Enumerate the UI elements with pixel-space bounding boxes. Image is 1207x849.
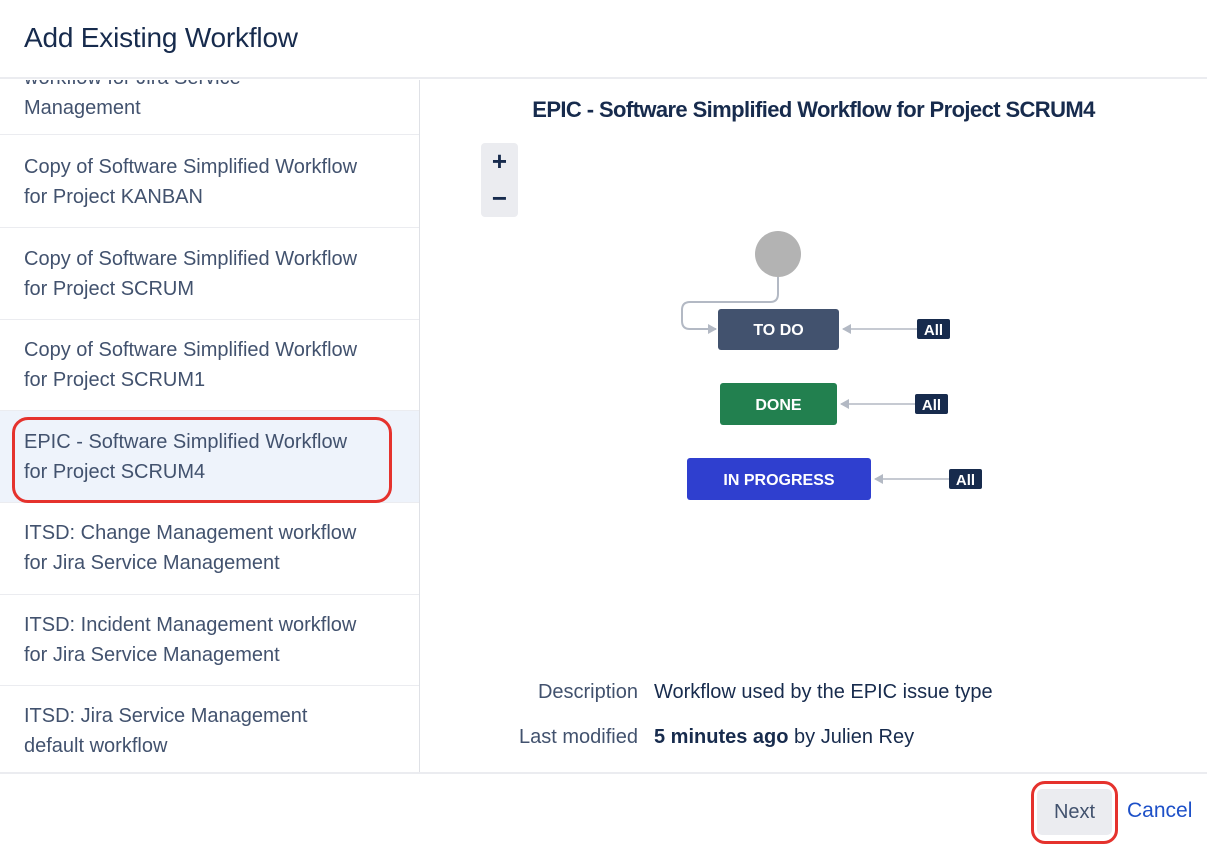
workflow-item-line2: for Jira Service Management [24,552,280,574]
workflow-preview: EPIC - Software Simplified Workflow for … [420,80,1207,772]
workflow-list-item[interactable]: ITSD: Incident Management workflow for J… [0,595,419,686]
workflow-item-line2: default workflow [24,735,168,757]
workflow-item-line2: for Project SCRUM1 [24,369,206,391]
last-modified-author: by Julien Rey [794,726,915,748]
workflow-item-line1: ITSD: Incident Management workflow [24,614,357,636]
last-modified-label: Last modified [519,726,638,748]
workflow-item-line1: ITSD: Change Management workflow [24,522,357,544]
dialog-header: Add Existing Workflow [0,0,1207,79]
workflow-diagram[interactable]: TO DO All DONE All IN PROGRESS All [420,80,1207,560]
all-transition-label: All [922,397,941,414]
dialog-footer [0,772,1207,849]
all-transition-label: All [924,322,943,339]
cancel-link[interactable]: Cancel [1127,799,1192,823]
workflow-item-line2: for Jira Service Management [24,644,280,666]
workflow-list-item[interactable]: ITSD: Jira Service Management default wo… [0,686,419,772]
workflow-item-line1: Copy of Software Simplified Workflow [24,339,358,361]
workflow-list-item-selected[interactable]: EPIC - Software Simplified Workflow for … [0,411,419,503]
workflow-item-line1: Copy of Software Simplified Workflow [24,156,358,178]
workflow-list-item[interactable]: workflow for Jira Service Management [0,80,419,135]
status-in-progress-label: IN PROGRESS [723,472,834,489]
description-value: Workflow used by the EPIC issue type [654,681,993,703]
workflow-list-item[interactable]: ITSD: Change Management workflow for Jir… [0,503,419,595]
last-modified-time: 5 minutes ago [654,726,789,748]
workflow-item-line1: Copy of Software Simplified Workflow [24,248,358,270]
workflow-list-item[interactable]: Copy of Software Simplified Workflow for… [0,228,419,320]
status-todo-label: TO DO [753,322,803,339]
all-transition-label: All [956,472,975,489]
workflow-item-line2: for Project SCRUM4 [24,461,206,483]
next-button[interactable]: Next [1037,789,1112,835]
workflow-item-line1: ITSD: Jira Service Management [24,705,308,727]
dialog-title: Add Existing Workflow [24,22,298,53]
last-modified-value: 5 minutes ago by Julien Rey [654,726,914,749]
workflow-list[interactable]: workflow for Jira Service Management Cop… [0,80,420,772]
description-label: Description [537,681,638,703]
status-done-label: DONE [755,397,802,414]
workflow-item-line2: for Project KANBAN [24,186,203,208]
workflow-item-line1: EPIC - Software Simplified Workflow [24,431,348,453]
workflow-item-line1: workflow for Jira Service [24,80,395,93]
workflow-list-item[interactable]: Copy of Software Simplified Workflow for… [0,320,419,411]
workflow-item-line2: Management [24,97,141,119]
workflow-list-item[interactable]: Copy of Software Simplified Workflow for… [0,136,419,228]
start-node [755,231,801,277]
workflow-item-line2: for Project SCRUM [24,278,195,300]
